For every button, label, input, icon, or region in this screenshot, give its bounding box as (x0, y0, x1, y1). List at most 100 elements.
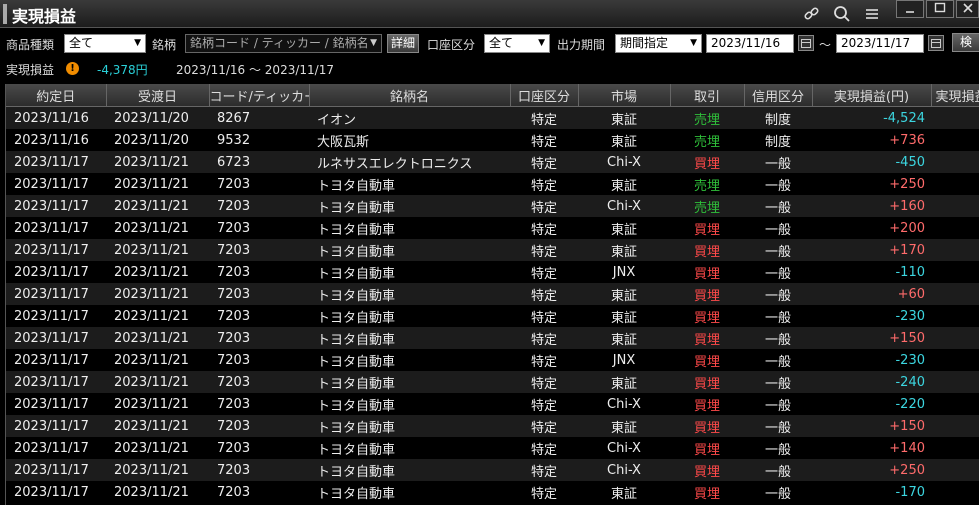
cell-trade-date: 2023/11/17 (6, 283, 106, 305)
detail-button[interactable]: 詳細 (387, 34, 419, 53)
column-header-code[interactable]: コード/ティッカー (209, 84, 310, 107)
search-icon[interactable] (832, 4, 852, 24)
cell-settle-date: 2023/11/21 (106, 393, 209, 415)
table-row[interactable]: 2023/11/17 2023/11/21 7203 トヨタ自動車 特定 JNX 買埋 一般 -… (6, 349, 979, 371)
cell-code: 7203 (209, 327, 309, 349)
cell-trade: 買埋 (670, 371, 744, 393)
table-row[interactable]: 2023/11/17 2023/11/21 7203 トヨタ自動車 特定 東証 買埋 一般 +6… (6, 283, 979, 305)
cell-trade: 買埋 (670, 437, 744, 459)
cell-trade: 買埋 (670, 393, 744, 415)
cell-account: 特定 (510, 393, 578, 415)
link-icon[interactable] (802, 4, 822, 24)
cell-market: Chi-X (578, 459, 670, 481)
table-row[interactable]: 2023/11/17 2023/11/21 7203 トヨタ自動車 特定 JNX 買埋 一般 -… (6, 261, 979, 283)
column-header-trade[interactable]: 取引 (670, 84, 745, 107)
account-type-select[interactable]: 全て ▼ (484, 34, 550, 53)
period-value: 期間指定 (620, 36, 669, 50)
cell-name: トヨタ自動車 (309, 415, 510, 437)
table-row[interactable]: 2023/11/17 2023/11/21 7203 トヨタ自動車 特定 東証 買埋 一般 -2… (6, 371, 979, 393)
cell-code: 7203 (209, 393, 309, 415)
cell-market: 東証 (578, 173, 670, 195)
cell-account: 特定 (510, 481, 578, 503)
cell-trade-date: 2023/11/17 (6, 415, 106, 437)
column-header-credit[interactable]: 信用区分 (744, 84, 813, 107)
date-from-input[interactable]: 2023/11/16 (706, 34, 794, 53)
cell-trade-date: 2023/11/17 (6, 239, 106, 261)
table-row[interactable]: 2023/11/17 2023/11/21 7203 トヨタ自動車 特定 Chi-X 買埋一… (6, 459, 979, 481)
cell-trade: 買埋 (670, 151, 744, 173)
product-type-label: 商品種類 (6, 38, 55, 52)
column-header-settle-date[interactable]: 受渡日 (106, 84, 210, 107)
table-row[interactable]: 2023/11/17 2023/11/21 7203 トヨタ自動車 特定 東証 買埋 一般 +2… (6, 217, 979, 239)
minimize-icon[interactable] (896, 0, 924, 18)
table-row[interactable]: 2023/11/17 2023/11/21 7203 トヨタ自動車 特定 Chi-X 買埋一… (6, 393, 979, 415)
table-row[interactable]: 2023/11/17 2023/11/21 7203 トヨタ自動車 特定 東証 買埋 一般 +1… (6, 239, 979, 261)
cell-pnl: +160 (812, 195, 931, 217)
table-row[interactable]: 2023/11/17 2023/11/21 7203 トヨタ自動車 特定 東証 買埋 一般 -1… (6, 481, 979, 503)
maximize-icon[interactable] (926, 0, 954, 18)
table-row[interactable]: 2023/11/17 2023/11/21 7203 トヨタ自動車 特定 Chi-X 買埋一… (6, 437, 979, 459)
chevron-down-icon: ▼ (134, 38, 141, 48)
cell-code: 7203 (209, 217, 309, 239)
period-select[interactable]: 期間指定 ▼ (615, 34, 702, 53)
cell-settle-date: 2023/11/21 (106, 415, 209, 437)
column-header-pnl-extra[interactable]: 実現損益 (931, 84, 979, 107)
cell-settle-date: 2023/11/21 (106, 327, 209, 349)
cell-pnl: -220 (812, 393, 931, 415)
chevron-down-icon[interactable]: ▼ (370, 35, 377, 52)
column-header-name[interactable]: 銘柄名 (309, 84, 511, 107)
product-type-select[interactable]: 全て ▼ (64, 34, 146, 53)
cell-trade-date: 2023/11/17 (6, 459, 106, 481)
cell-pnl: +140 (812, 437, 931, 459)
cell-account: 特定 (510, 217, 578, 239)
cell-trade: 買埋 (670, 217, 744, 239)
table-row[interactable]: 2023/11/17 2023/11/21 7203 トヨタ自動車 特定 東証 買埋 一般 -2… (6, 305, 979, 327)
table-header-row: 約定日 受渡日 コード/ティッカー 銘柄名 口座区分 市場 取引 信用区分 実現… (6, 84, 979, 107)
table-row[interactable]: 2023/11/17 2023/11/21 7203 トヨタ自動車 特定 東証 買埋 一般 +1… (6, 327, 979, 349)
calendar-icon[interactable] (928, 35, 944, 51)
cell-credit: 一般 (744, 151, 812, 173)
table-row[interactable]: 2023/11/17 2023/11/21 7203 トヨタ自動車 特定 東証 買埋 一般 +1… (6, 415, 979, 437)
cell-market: JNX (578, 349, 670, 371)
column-header-account[interactable]: 口座区分 (510, 84, 579, 107)
column-header-trade-date[interactable]: 約定日 (6, 84, 107, 107)
cell-pnl-extra (931, 239, 979, 261)
cell-settle-date: 2023/11/21 (106, 305, 209, 327)
cell-code: 7203 (209, 459, 309, 481)
cell-trade-date: 2023/11/17 (6, 349, 106, 371)
cell-credit: 一般 (744, 371, 812, 393)
cell-settle-date: 2023/11/21 (106, 459, 209, 481)
table-row[interactable]: 2023/11/16 2023/11/20 8267 イオン 特定 東証 売埋 制度 -4,52… (6, 106, 979, 129)
cell-market: 東証 (578, 283, 670, 305)
cell-settle-date: 2023/11/21 (106, 283, 209, 305)
cell-settle-date: 2023/11/21 (106, 371, 209, 393)
cell-market: 東証 (578, 481, 670, 503)
cell-credit: 一般 (744, 173, 812, 195)
menu-icon[interactable] (862, 4, 882, 24)
cell-trade-date: 2023/11/16 (6, 106, 106, 129)
cell-pnl: -110 (812, 261, 931, 283)
table-row[interactable]: 2023/11/17 2023/11/21 7203 トヨタ自動車 特定 Chi-X 売埋一… (6, 195, 979, 217)
cell-trade: 買埋 (670, 283, 744, 305)
search-button[interactable]: 検 (952, 33, 979, 52)
column-header-pnl[interactable]: 実現損益(円) (812, 84, 932, 107)
table-row[interactable]: 2023/11/17 2023/11/21 7203 トヨタ自動車 特定 東証 売埋 一般 +2… (6, 173, 979, 195)
close-icon[interactable] (956, 0, 979, 18)
table-row[interactable]: 2023/11/16 2023/11/20 9532 大阪瓦斯 特定 東証 売埋 制度 +736 (6, 129, 979, 151)
symbol-label: 銘柄 (152, 38, 177, 52)
period-label: 出力期間 (557, 38, 606, 52)
cell-name: トヨタ自動車 (309, 459, 510, 481)
cell-pnl-extra (931, 327, 979, 349)
cell-pnl-extra (931, 459, 979, 481)
cell-credit: 一般 (744, 349, 812, 371)
cell-trade: 買埋 (670, 459, 744, 481)
calendar-icon[interactable] (798, 35, 814, 51)
table-row[interactable]: 2023/11/17 2023/11/21 6723 ルネサスエレクトロニクス 特定 Ch… (6, 151, 979, 173)
date-to-input[interactable]: 2023/11/17 (836, 34, 924, 53)
cell-market: Chi-X (578, 437, 670, 459)
cell-trade: 買埋 (670, 239, 744, 261)
cell-account: 特定 (510, 173, 578, 195)
column-header-market[interactable]: 市場 (578, 84, 671, 107)
warning-icon[interactable]: ! (66, 62, 79, 75)
symbol-input[interactable]: 銘柄コード / ティッカー / 銘柄名 ▼ (185, 34, 382, 53)
